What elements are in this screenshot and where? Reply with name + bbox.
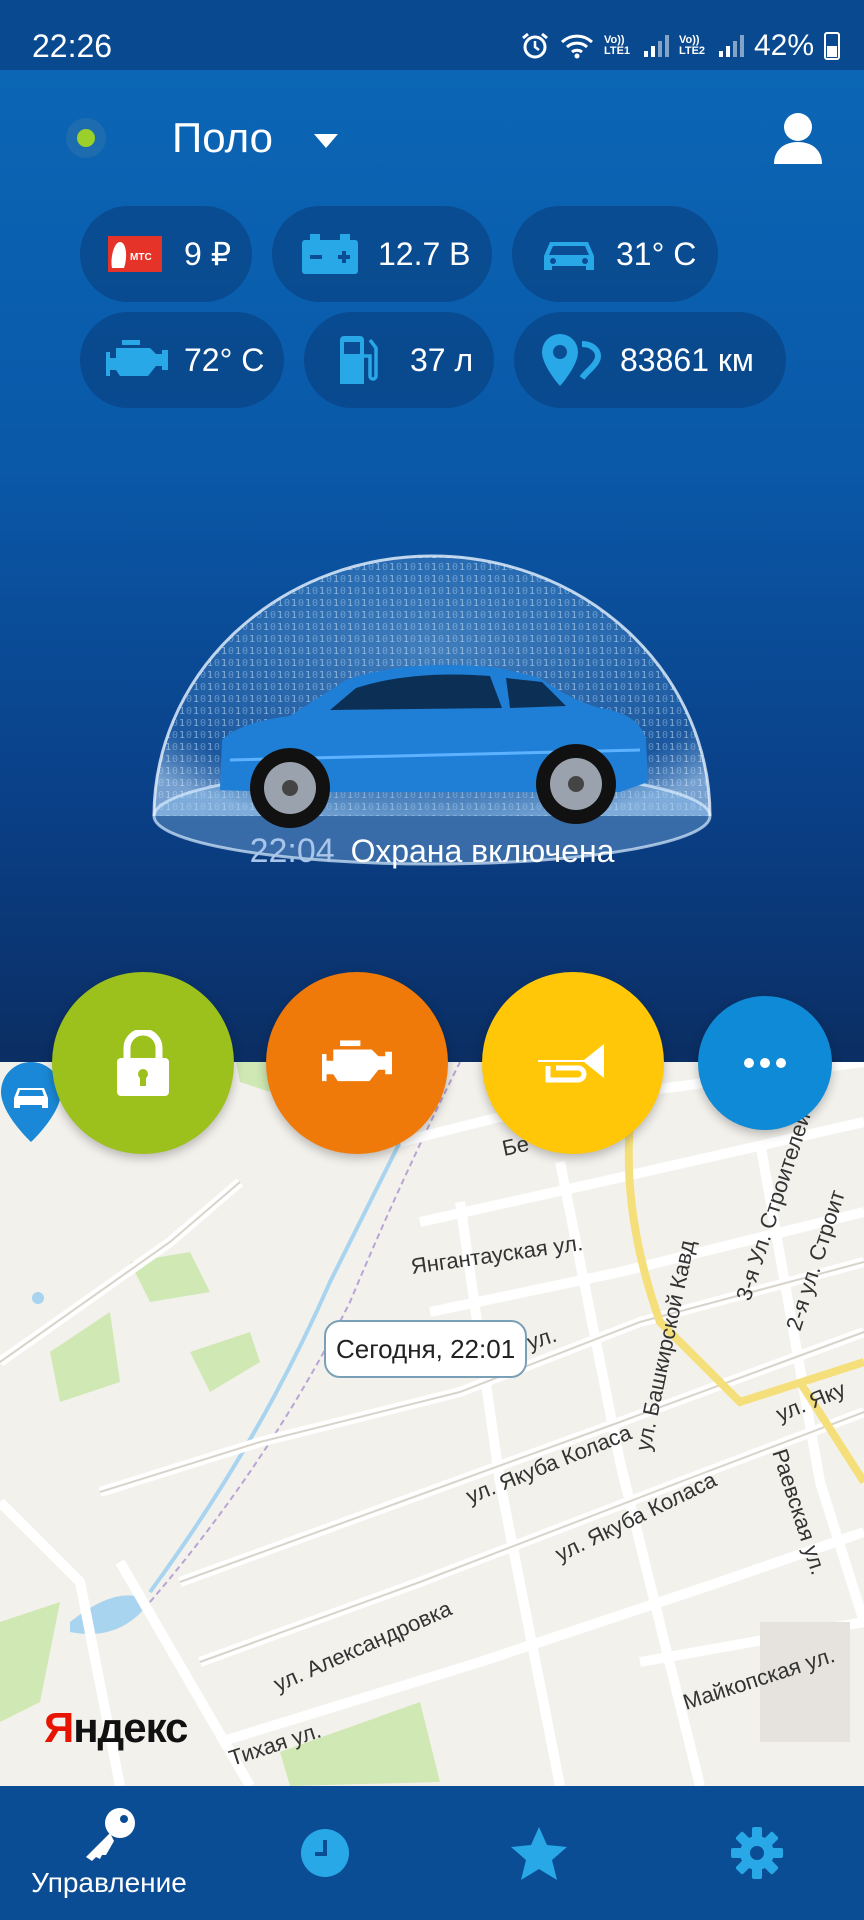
status-icons: Vo)) LTE1 Vo)) LTE2 42%: [520, 26, 840, 66]
voltage-value: 12.7 В: [378, 235, 471, 272]
horn-button[interactable]: [482, 972, 664, 1154]
fuel-value: 37 л: [410, 341, 474, 378]
battery-icon: [824, 32, 840, 60]
key-icon: [86, 1808, 135, 1861]
route-pin-icon: [542, 334, 602, 386]
online-indicator: [66, 118, 106, 158]
battery-car-icon: [302, 234, 358, 274]
svg-text:Янгантауская ул.: Янгантауская ул.: [409, 1230, 584, 1279]
fuel-chip[interactable]: 37 л: [304, 312, 494, 408]
signal-2-icon: [718, 35, 744, 57]
engine-temp-chip[interactable]: 72° С: [80, 312, 284, 408]
hero-panel: Поло МТС 9 ₽ 12.7 В 31° С 72° С 37 л 838…: [0, 70, 864, 1062]
svg-text:МТС: МТС: [130, 252, 152, 263]
horn-icon: [538, 1044, 604, 1083]
map-canvas: Янгантауская ул. ул. Башкирской Кавд 3-я…: [0, 1062, 864, 1786]
balance-value: 9 ₽: [184, 236, 232, 272]
svg-text:ул.: ул.: [524, 1322, 560, 1355]
nav-settings[interactable]: [712, 1786, 802, 1920]
status-time: 22:26: [32, 28, 113, 64]
mts-logo-icon: МТС: [108, 236, 162, 272]
car-selector-name[interactable]: Поло: [172, 114, 273, 162]
nav-history[interactable]: [280, 1786, 370, 1920]
cabin-temp-value: 31° С: [616, 235, 697, 272]
battery-percent: 42%: [753, 29, 814, 62]
fuel-pump-icon: [340, 336, 378, 384]
engine-temp-value: 72° С: [184, 341, 265, 378]
balance-chip[interactable]: МТС 9 ₽: [80, 206, 252, 302]
lock-button[interactable]: [52, 972, 234, 1154]
nav-favorites[interactable]: [494, 1786, 584, 1920]
profile-icon[interactable]: [770, 110, 826, 166]
star-icon: [511, 1827, 567, 1880]
wifi-icon: [560, 34, 593, 59]
security-dome-illustration[interactable]: 1 0: [150, 500, 714, 880]
signal-1-icon: [643, 35, 669, 57]
mileage-chip[interactable]: 83861 км: [514, 312, 786, 408]
bottom-navigation: Управление: [0, 1786, 864, 1920]
nav-control-label: Управление: [31, 1867, 187, 1898]
svg-text:2-я ул. Строит: 2-я ул. Строит: [781, 1187, 850, 1334]
more-actions-button[interactable]: [698, 996, 832, 1130]
mileage-value: 83861 км: [620, 341, 754, 378]
sim2-label: Vo)) LTE2: [678, 34, 706, 57]
yandex-logo: Яндекс: [44, 1704, 188, 1751]
security-status: 22:04 Охрана включена: [0, 832, 864, 871]
last-position-bubble[interactable]: Сегодня, 22:01: [324, 1320, 528, 1378]
nav-control[interactable]: Управление: [14, 1786, 204, 1920]
clock-icon: [301, 1829, 349, 1877]
alarm-icon: [522, 32, 548, 59]
engine-start-button[interactable]: [266, 972, 448, 1154]
gear-icon: [731, 1827, 783, 1879]
security-text: Охрана включена: [350, 833, 615, 869]
engine-icon: [106, 340, 168, 376]
cabin-temp-chip[interactable]: 31° С: [512, 206, 718, 302]
chevron-down-icon[interactable]: [314, 134, 338, 148]
map-view[interactable]: Янгантауская ул. ул. Башкирской Кавд 3-я…: [0, 1062, 864, 1786]
more-dots-icon: [744, 1058, 786, 1068]
car-icon: [544, 242, 594, 270]
security-time: 22:04: [249, 832, 335, 870]
status-bar: 22:26 Vo)) LTE1 Vo)) LTE2 42%: [0, 0, 864, 70]
sim1-label: Vo)) LTE1: [603, 34, 631, 57]
engine-icon: [322, 1040, 392, 1082]
voltage-chip[interactable]: 12.7 В: [272, 206, 492, 302]
lock-icon: [117, 1030, 169, 1096]
